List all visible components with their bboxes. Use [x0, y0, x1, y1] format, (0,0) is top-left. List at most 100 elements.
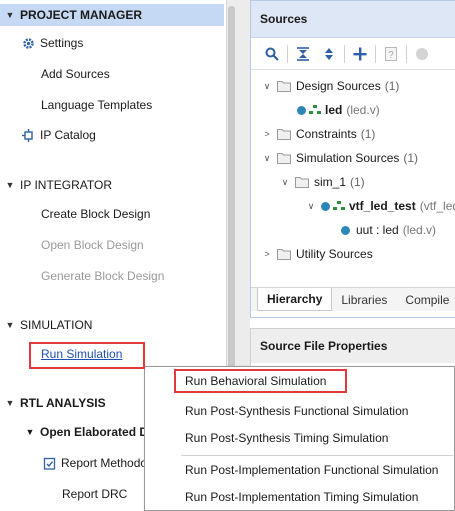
chevron-down-icon[interactable]: ▼	[0, 180, 20, 190]
source-dot-icon	[321, 201, 330, 211]
section-project-manager[interactable]: ▼ PROJECT MANAGER	[0, 4, 224, 26]
hierarchy-icon	[309, 105, 321, 114]
tree-item-label: uut : led	[356, 223, 399, 237]
collapse-all-icon[interactable]	[290, 42, 316, 66]
nav-item-report-methodology[interactable]: Report Methodo	[41, 453, 147, 473]
search-icon[interactable]	[259, 42, 285, 66]
nav-item-open-block-design[interactable]: Open Block Design	[41, 235, 144, 255]
nav-item-label: IP Catalog	[40, 128, 96, 142]
nav-item-settings[interactable]: Settings	[20, 33, 83, 53]
tree-item-design-sources[interactable]: ∨ Design Sources (1)	[261, 75, 400, 97]
highlight-box-run-simulation	[29, 342, 145, 369]
tree-item-file: (vtf_led	[419, 199, 455, 213]
checklist-icon	[41, 455, 57, 471]
nav-item-label: Generate Block Design	[41, 269, 165, 283]
folder-icon	[277, 249, 291, 260]
nav-item-label: Open Elaborated D	[40, 425, 149, 439]
chevron-down-icon[interactable]: ▼	[0, 320, 20, 330]
menu-item-run-post-implementation-timing[interactable]: Run Post-Implementation Timing Simulatio…	[185, 486, 418, 508]
sources-tabs: Hierarchy Libraries Compile	[251, 287, 455, 311]
chevron-right-icon[interactable]: >	[261, 249, 273, 259]
nav-item-create-block-design[interactable]: Create Block Design	[41, 204, 150, 224]
tree-item-label: Constraints	[296, 127, 357, 141]
tree-item-label: vtf_led_test	[349, 199, 416, 213]
add-icon[interactable]	[347, 42, 373, 66]
tree-item-uut-led[interactable]: uut : led (led.v)	[341, 219, 436, 241]
sources-panel: Sources ? ∨ Design Sources (1) led (led.…	[250, 0, 455, 318]
section-title: IP INTEGRATOR	[20, 178, 113, 192]
svg-text:?: ?	[388, 50, 394, 61]
tree-item-simulation-sources[interactable]: ∨ Simulation Sources (1)	[261, 147, 418, 169]
tree-item-count: (1)	[350, 175, 365, 189]
nav-item-language-templates[interactable]: Language Templates	[41, 95, 152, 115]
tree-item-led[interactable]: led (led.v)	[297, 99, 380, 121]
expand-all-icon[interactable]	[316, 42, 342, 66]
plug-icon	[20, 127, 36, 143]
folder-icon	[277, 81, 291, 92]
section-ip-integrator[interactable]: ▼ IP INTEGRATOR	[0, 174, 224, 196]
tree-item-sim-1[interactable]: ∨ sim_1 (1)	[279, 171, 365, 193]
nav-item-open-elaborated-design[interactable]: ▼ Open Elaborated D	[20, 422, 149, 442]
chevron-down-icon[interactable]: ∨	[305, 201, 317, 212]
tab-compile-order[interactable]: Compile	[396, 288, 455, 311]
section-title: PROJECT MANAGER	[20, 8, 143, 22]
section-title: SIMULATION	[20, 318, 93, 332]
nav-item-label: Language Templates	[41, 98, 153, 112]
menu-item-label: Run Post-Synthesis Functional Simulation	[185, 404, 409, 418]
nav-item-label: Settings	[40, 36, 84, 50]
chevron-down-icon[interactable]: ▼	[0, 10, 20, 20]
menu-item-run-post-synthesis-functional[interactable]: Run Post-Synthesis Functional Simulation	[185, 400, 408, 422]
gear-icon	[20, 35, 36, 51]
tree-item-count: (1)	[403, 151, 419, 165]
toolbar-separator	[344, 44, 345, 63]
tree-item-file: (led.v)	[402, 223, 437, 237]
menu-item-label: Run Post-Implementation Functional Simul…	[185, 463, 439, 477]
menu-separator	[181, 455, 453, 456]
chevron-down-icon[interactable]: ▼	[0, 398, 20, 408]
chevron-down-icon[interactable]: ∨	[261, 153, 273, 164]
tree-item-constraints[interactable]: > Constraints (1)	[261, 123, 375, 145]
folder-open-icon	[295, 177, 309, 188]
panel-title: Sources	[251, 1, 455, 38]
status-circle-icon[interactable]	[409, 42, 435, 66]
tree-item-count: (1)	[360, 127, 376, 141]
nav-item-generate-block-design[interactable]: Generate Block Design	[41, 266, 164, 286]
menu-item-run-post-synthesis-timing[interactable]: Run Post-Synthesis Timing Simulation	[185, 427, 388, 449]
tree-item-label: Design Sources	[296, 79, 381, 93]
chevron-right-icon[interactable]: >	[261, 129, 273, 139]
folder-icon	[277, 129, 291, 140]
panel-title: Source File Properties	[251, 329, 455, 363]
nav-item-report-drc[interactable]: Report DRC	[62, 484, 127, 504]
toolbar-separator	[375, 44, 376, 63]
nav-item-ip-catalog[interactable]: IP Catalog	[20, 125, 96, 145]
source-dot-icon	[297, 105, 306, 115]
chevron-down-icon[interactable]: ▼	[20, 427, 40, 437]
menu-item-label: Run Post-Implementation Timing Simulatio…	[185, 490, 419, 504]
toolbar-separator	[406, 44, 407, 63]
tree-item-label: led	[325, 103, 343, 117]
tree-item-label: Utility Sources	[296, 247, 373, 261]
menu-item-label: Run Post-Synthesis Timing Simulation	[185, 431, 389, 445]
toolbar-separator	[287, 44, 288, 63]
tree-item-file: (led.v)	[346, 103, 380, 117]
folder-icon	[277, 153, 291, 164]
nav-item-label: Report Methodo	[61, 456, 148, 470]
tree-item-label: Simulation Sources	[296, 151, 400, 165]
section-simulation[interactable]: ▼ SIMULATION	[0, 314, 224, 336]
nav-item-label: Report DRC	[62, 487, 128, 501]
help-icon[interactable]: ?	[378, 42, 404, 66]
nav-item-label: Add Sources	[41, 67, 110, 81]
tree-item-count: (1)	[384, 79, 400, 93]
menu-item-run-post-implementation-functional[interactable]: Run Post-Implementation Functional Simul…	[185, 459, 438, 481]
section-title: RTL ANALYSIS	[20, 396, 106, 410]
nav-item-label: Create Block Design	[41, 207, 151, 221]
chevron-down-icon[interactable]: ∨	[261, 81, 273, 92]
tree-item-vtf-led-test[interactable]: ∨ vtf_led_test (vtf_led	[305, 195, 455, 217]
tree-item-utility-sources[interactable]: > Utility Sources	[261, 243, 373, 265]
chevron-down-icon[interactable]: ∨	[279, 177, 291, 188]
hierarchy-icon	[333, 201, 345, 210]
nav-item-add-sources[interactable]: Add Sources	[41, 64, 110, 84]
tab-hierarchy[interactable]: Hierarchy	[257, 288, 333, 311]
tab-libraries[interactable]: Libraries	[332, 288, 396, 311]
source-dot-icon	[341, 225, 350, 235]
